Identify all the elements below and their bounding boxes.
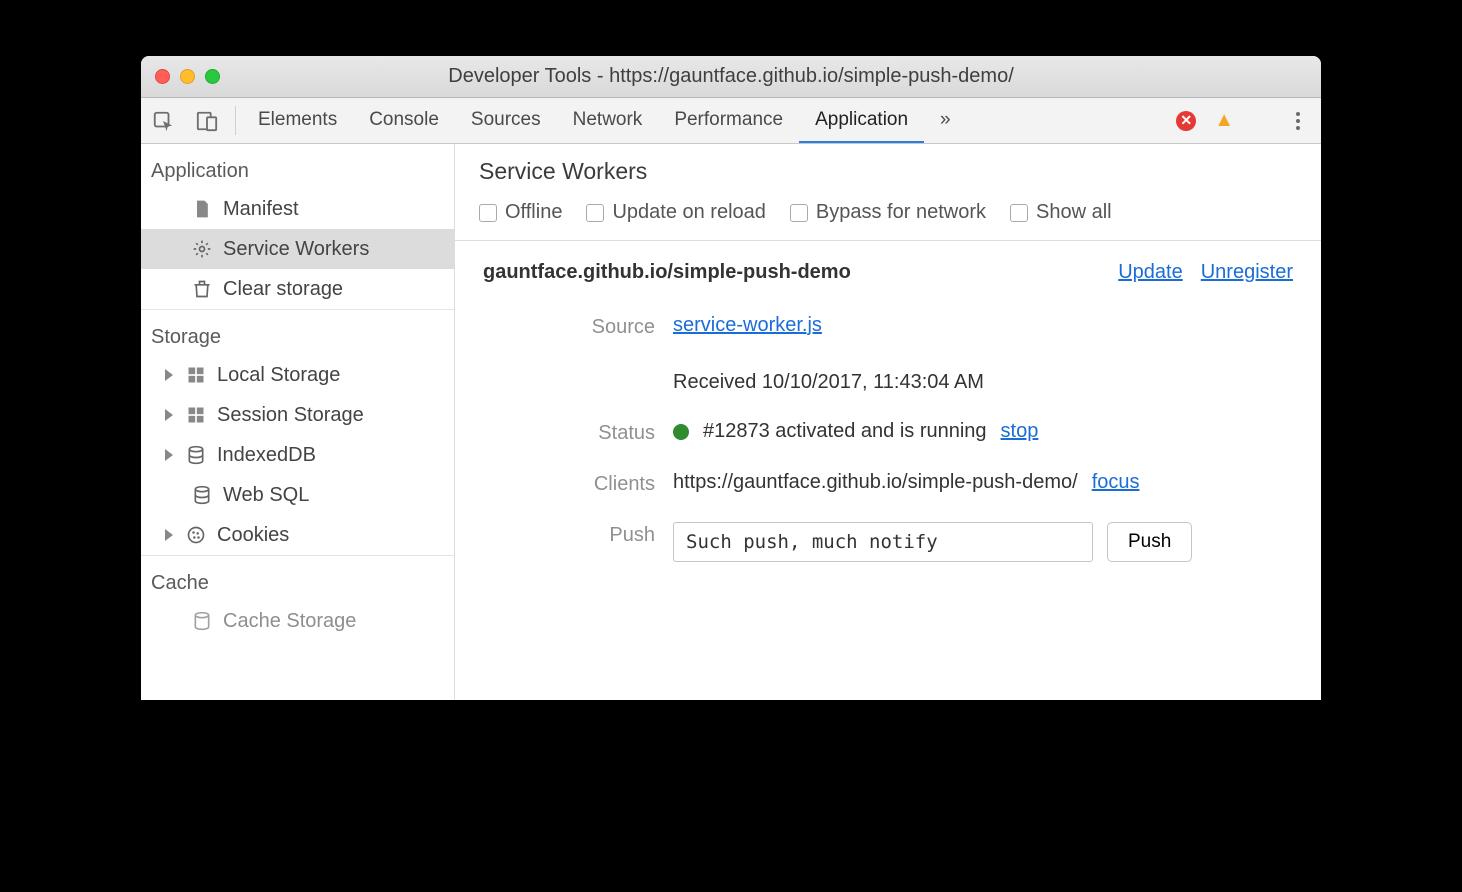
separator [235, 106, 236, 135]
sidebar-section-application: Application [141, 144, 454, 189]
clients-label: Clients [483, 471, 673, 496]
sidebar-item-label: Cache Storage [223, 610, 356, 633]
sidebar-item-label: Service Workers [223, 238, 369, 261]
stop-link[interactable]: stop [1001, 420, 1039, 443]
tab-sources[interactable]: Sources [455, 98, 557, 143]
client-url: https://gauntface.github.io/simple-push-… [673, 471, 1078, 494]
sidebar: Application Manifest Service Workers Cle… [141, 144, 455, 700]
push-label: Push [483, 522, 673, 547]
sidebar-item-cookies[interactable]: Cookies [141, 515, 454, 555]
offline-checkbox[interactable]: Offline [479, 201, 562, 224]
push-input[interactable] [673, 522, 1093, 562]
sidebar-item-session-storage[interactable]: Session Storage [141, 395, 454, 435]
window-title: Developer Tools - https://gauntface.gith… [141, 65, 1321, 88]
source-file-link[interactable]: service-worker.js [673, 314, 822, 337]
tab-console[interactable]: Console [353, 98, 455, 143]
main-panel: Service Workers Offline Update on reload… [455, 144, 1321, 700]
show-all-checkbox[interactable]: Show all [1010, 201, 1112, 224]
gear-icon [191, 239, 213, 259]
grid-icon [185, 365, 207, 385]
sidebar-item-label: Clear storage [223, 278, 343, 301]
sidebar-item-local-storage[interactable]: Local Storage [141, 355, 454, 395]
inspect-element-icon[interactable] [141, 98, 185, 143]
sidebar-item-label: Session Storage [217, 404, 364, 427]
status-dot-icon [673, 424, 689, 440]
panel-title: Service Workers [479, 158, 1297, 185]
unregister-link[interactable]: Unregister [1201, 261, 1293, 284]
update-on-reload-checkbox[interactable]: Update on reload [586, 201, 765, 224]
warning-icon[interactable]: ▲ [1214, 109, 1234, 132]
tabs: Elements Console Sources Network Perform… [242, 98, 967, 143]
sidebar-item-indexeddb[interactable]: IndexedDB [141, 435, 454, 475]
trash-icon [191, 279, 213, 299]
caret-right-icon [165, 449, 173, 461]
focus-link[interactable]: focus [1092, 471, 1140, 494]
push-button[interactable]: Push [1107, 522, 1192, 562]
error-badge-icon[interactable]: ✕ [1176, 111, 1196, 131]
grid-icon [185, 405, 207, 425]
sidebar-item-label: IndexedDB [217, 444, 316, 467]
sidebar-item-cache-storage[interactable]: Cache Storage [141, 601, 454, 641]
caret-right-icon [165, 369, 173, 381]
sidebar-section-storage: Storage [141, 309, 454, 355]
source-label: Source [483, 314, 673, 339]
sw-origin: gauntface.github.io/simple-push-demo [483, 261, 851, 284]
tab-network[interactable]: Network [557, 98, 659, 143]
tab-application[interactable]: Application [799, 98, 924, 143]
source-received-text: Received 10/10/2017, 11:43:04 AM [673, 371, 1293, 394]
caret-right-icon [165, 409, 173, 421]
panel-header: Service Workers Offline Update on reload… [455, 144, 1321, 241]
database-icon [191, 485, 213, 505]
status-label: Status [483, 420, 673, 445]
cookie-icon [185, 525, 207, 545]
file-icon [191, 199, 213, 219]
more-menu-icon[interactable] [1283, 112, 1313, 130]
service-worker-options: Offline Update on reload Bypass for netw… [479, 201, 1297, 224]
update-link[interactable]: Update [1118, 261, 1183, 284]
database-icon [191, 611, 213, 631]
tabbar: Elements Console Sources Network Perform… [141, 98, 1321, 144]
tab-performance[interactable]: Performance [658, 98, 799, 143]
device-toolbar-icon[interactable] [185, 98, 229, 143]
status-text: #12873 activated and is running [703, 420, 987, 443]
sidebar-item-label: Cookies [217, 524, 289, 547]
sidebar-section-cache: Cache [141, 555, 454, 601]
sidebar-item-label: Manifest [223, 198, 299, 221]
sidebar-item-web-sql[interactable]: Web SQL [141, 475, 454, 515]
bypass-network-checkbox[interactable]: Bypass for network [790, 201, 986, 224]
sidebar-item-label: Web SQL [223, 484, 309, 507]
sidebar-item-clear-storage[interactable]: Clear storage [141, 269, 454, 309]
tab-elements[interactable]: Elements [242, 98, 353, 143]
caret-right-icon [165, 529, 173, 541]
service-worker-details: gauntface.github.io/simple-push-demo Upd… [455, 241, 1321, 582]
tabs-overflow[interactable]: » [924, 98, 967, 143]
sidebar-item-label: Local Storage [217, 364, 340, 387]
devtools-window: Developer Tools - https://gauntface.gith… [141, 56, 1321, 700]
sidebar-item-service-workers[interactable]: Service Workers [141, 229, 454, 269]
titlebar: Developer Tools - https://gauntface.gith… [141, 56, 1321, 98]
sidebar-item-manifest[interactable]: Manifest [141, 189, 454, 229]
database-icon [185, 445, 207, 465]
